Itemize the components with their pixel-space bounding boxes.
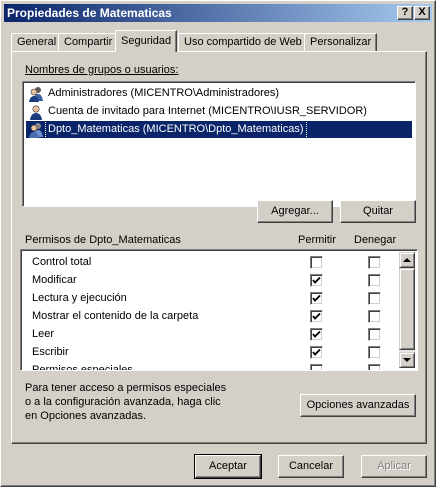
deny-checkbox[interactable] [368, 310, 381, 323]
user-item-administradores[interactable]: Administradores (MICENTRO\Administradore… [26, 85, 406, 102]
help-button[interactable]: ? [397, 6, 413, 20]
close-button[interactable]: X [414, 6, 430, 20]
allow-header: Permitir [298, 234, 336, 246]
permissions-list: Control total Modificar Lectura y ejecució… [20, 249, 418, 371]
permission-row: Permisos especiales [21, 361, 401, 371]
arrow-up-icon [403, 258, 411, 262]
remove-button[interactable]: Quitar [340, 200, 416, 223]
tab-uso-compartido-web[interactable]: Uso compartido de Web [178, 33, 308, 52]
allow-checkbox[interactable] [310, 274, 323, 287]
allow-checkbox[interactable] [310, 256, 323, 269]
permissions-label: Permisos de Dpto_Matematicas [25, 234, 181, 246]
permission-name: Modificar [32, 274, 77, 286]
scroll-thumb[interactable] [399, 268, 415, 350]
permission-row: Control total [21, 253, 401, 271]
user-item-label: Administradores (MICENTRO\Administradore… [48, 87, 280, 99]
permission-name: Mostrar el contenido de la carpeta [32, 310, 199, 322]
help-icon: ? [401, 6, 409, 18]
permission-name: Escribir [32, 346, 69, 358]
group-icon [29, 87, 43, 102]
cancel-button[interactable]: Cancelar [278, 455, 344, 478]
user-item-invitado-internet[interactable]: Cuenta de invitado para Internet (MICENT… [26, 103, 406, 120]
deny-checkbox[interactable] [368, 328, 381, 341]
deny-checkbox[interactable] [368, 274, 381, 287]
permission-name: Leer [32, 328, 55, 340]
advanced-text-line3: en Opciones avanzadas. [25, 410, 147, 422]
scroll-down-button[interactable] [399, 352, 415, 368]
users-listbox[interactable]: Administradores (MICENTRO\Administradore… [22, 81, 416, 207]
close-icon: X [418, 6, 426, 18]
user-item-label: Dpto_Matematicas (MICENTRO\Dpto_Matemati… [45, 120, 307, 139]
allow-checkbox[interactable] [310, 310, 323, 323]
user-item-label: Cuenta de invitado para Internet (MICENT… [48, 105, 367, 117]
allow-checkbox[interactable] [310, 328, 323, 341]
tab-general[interactable]: General [11, 33, 63, 52]
arrow-down-icon [403, 358, 411, 362]
properties-dialog: Propiedades de Matematicas ? X General C… [0, 0, 436, 487]
tab-personalizar[interactable]: Personalizar [304, 33, 378, 52]
permission-row: Lectura y ejecución [21, 289, 401, 307]
accept-button[interactable]: Aceptar [194, 454, 262, 479]
permission-row: Mostrar el contenido de la carpeta [21, 307, 401, 325]
allow-checkbox[interactable] [310, 292, 323, 305]
permissions-scrollbar[interactable] [399, 252, 415, 368]
deny-header: Denegar [354, 234, 397, 246]
permission-name: Permisos especiales [32, 364, 133, 371]
permission-row: Modificar [21, 271, 401, 289]
permission-row: Leer [21, 325, 401, 343]
permission-name: Control total [32, 256, 92, 268]
advanced-options-button[interactable]: Opciones avanzadas [300, 394, 416, 417]
allow-checkbox[interactable] [310, 364, 323, 370]
allow-checkbox[interactable] [310, 346, 323, 359]
tab-compartir[interactable]: Compartir [58, 33, 119, 52]
tab-seguridad[interactable]: Seguridad [115, 30, 178, 52]
users-label: Nombres de grupos o usuarios: [25, 64, 179, 76]
window-title: Propiedades de Matematicas [7, 6, 172, 20]
deny-checkbox[interactable] [368, 364, 381, 370]
group-icon [29, 123, 43, 138]
checkmark-icon [312, 312, 321, 320]
permission-row: Escribir [21, 343, 401, 361]
user-icon [30, 105, 42, 120]
add-button[interactable]: Agregar... [257, 200, 333, 223]
deny-checkbox[interactable] [368, 292, 381, 305]
deny-checkbox[interactable] [368, 256, 381, 269]
security-panel: Nombres de grupos o usuarios: Administra… [11, 51, 427, 444]
checkmark-icon [312, 330, 321, 338]
checkmark-icon [312, 294, 321, 302]
user-item-dpto-matematicas[interactable]: Dpto_Matematicas (MICENTRO\Dpto_Matemati… [26, 120, 412, 139]
checkmark-icon [312, 276, 321, 284]
permission-name: Lectura y ejecución [32, 292, 127, 304]
advanced-text-line2: o a la configuración avanzada, haga clic [25, 396, 221, 408]
deny-checkbox[interactable] [368, 346, 381, 359]
checkmark-icon [312, 348, 321, 356]
apply-button[interactable]: Aplicar [361, 455, 427, 478]
scroll-up-button[interactable] [399, 252, 415, 268]
title-bar[interactable]: Propiedades de Matematicas ? X [4, 4, 432, 22]
advanced-text-line1: Para tener acceso a permisos especiales [25, 382, 227, 394]
